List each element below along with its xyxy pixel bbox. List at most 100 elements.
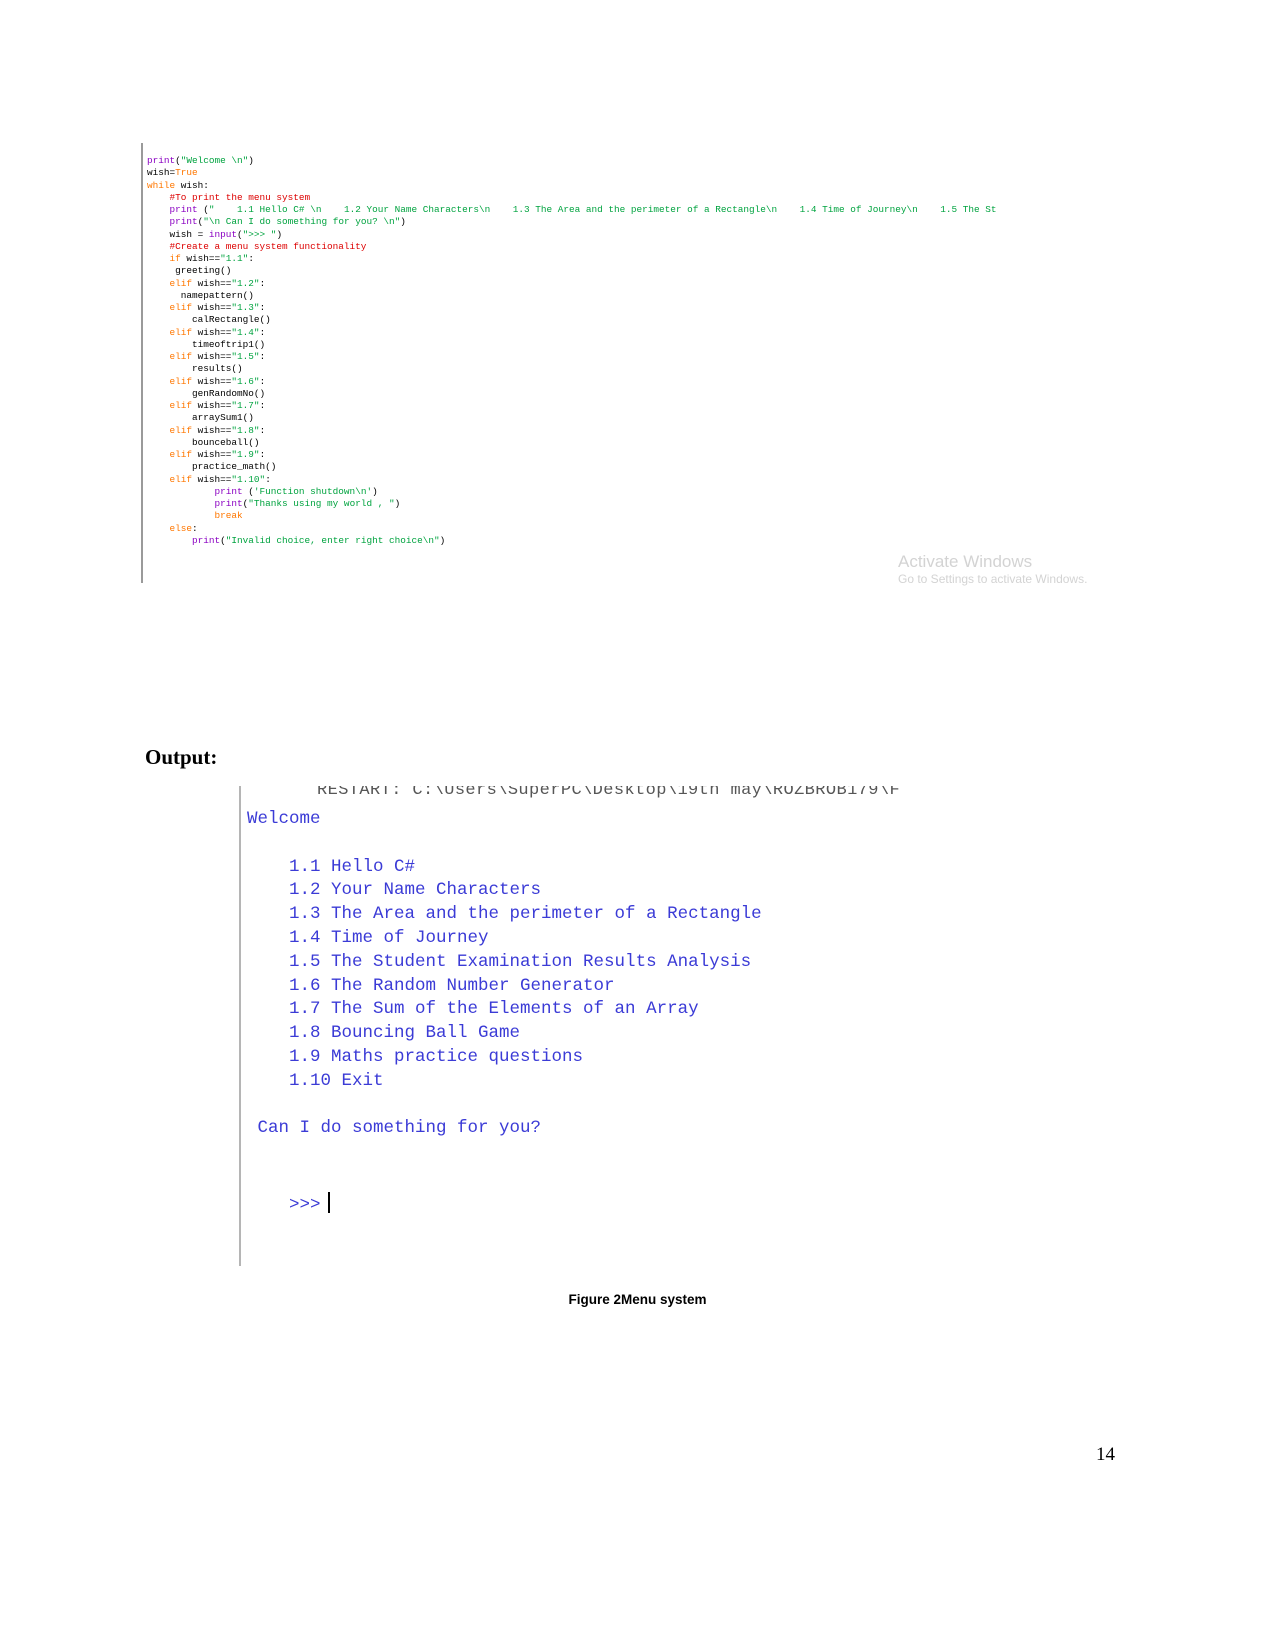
editor-left-margin	[141, 143, 143, 583]
code-token: print	[192, 534, 221, 546]
shell-line: 1.3 The Area and the perimeter of a Rect…	[247, 904, 762, 925]
code-token: )	[439, 534, 446, 546]
code-token: :	[248, 253, 254, 264]
code-token: results()	[147, 363, 243, 375]
code-line: namepattern()	[147, 290, 997, 302]
code-line: elif wish=="1.3":	[147, 302, 997, 314]
code-token: :	[259, 277, 266, 289]
code-line: calRectangle()	[147, 314, 997, 326]
code-token: while	[147, 179, 176, 191]
code-token: :	[259, 302, 266, 313]
code-token: "1.3"	[231, 302, 260, 313]
code-token: (	[242, 485, 254, 497]
code-line: print ('Function shutdown\n')	[147, 486, 997, 498]
code-line: elif wish=="1.4":	[147, 327, 997, 339]
code-token: )	[394, 498, 401, 509]
code-token: greeting()	[147, 265, 232, 277]
code-token: print	[169, 216, 198, 228]
shell-prompt-symbol: >>>	[289, 1194, 321, 1215]
shell-line: 1.7 The Sum of the Elements of an Array	[247, 999, 699, 1020]
code-line: timeoftrip1()	[147, 339, 997, 351]
code-token: genRandomNo()	[147, 387, 266, 399]
code-token: " 1.1 Hello C# \n 1.2 Your Name Characte…	[208, 204, 997, 215]
page-number: 14	[1096, 1444, 1115, 1465]
code-token: elif	[169, 351, 193, 362]
code-line: if wish=="1.1":	[147, 253, 997, 265]
code-token: arraySum1()	[147, 412, 254, 424]
code-line: print (" 1.1 Hello C# \n 1.2 Your Name C…	[147, 204, 997, 216]
code-token: :	[259, 351, 266, 362]
code-token: if	[169, 253, 181, 264]
code-token: print	[214, 485, 243, 497]
shell-restart-line: RESTART: C:\Users\SuperPC\Desktop\19th m…	[317, 786, 901, 800]
code-token: )	[248, 155, 254, 166]
code-line: print("Welcome \n")	[147, 155, 997, 167]
code-token: :	[259, 375, 266, 387]
code-token: wish==	[192, 326, 232, 338]
code-token: wish==	[192, 424, 232, 436]
shell-output-text: Welcome 1.1 Hello C# 1.2 Your Name Chara…	[247, 808, 762, 1165]
code-token: (	[197, 204, 209, 215]
shell-prompt-row[interactable]: >>>	[247, 1168, 330, 1241]
code-token: )	[372, 485, 378, 497]
code-token: "1.6"	[231, 375, 260, 387]
code-token: wish==	[192, 449, 232, 460]
code-token: "1.7"	[231, 400, 260, 411]
code-token: )	[276, 228, 283, 240]
output-heading: Output:	[145, 745, 218, 769]
code-token: calRectangle()	[147, 314, 271, 326]
code-line: elif wish=="1.10":	[147, 474, 997, 486]
code-token: )	[400, 216, 406, 228]
code-token: elif	[169, 302, 193, 313]
code-token: "Welcome \n"	[180, 155, 249, 166]
code-token: print	[214, 498, 243, 509]
code-token: "Invalid choice, enter right choice\n"	[225, 534, 440, 546]
code-token: #To print the menu system	[169, 191, 311, 203]
code-line: else:	[147, 523, 997, 535]
shell-output-screenshot: RESTART: C:\Users\SuperPC\Desktop\19th m…	[239, 786, 1039, 1266]
code-listing: print("Welcome \n") wish=True while wish: …	[147, 155, 997, 547]
code-token: wish==	[192, 351, 232, 362]
code-line: bounceball()	[147, 437, 997, 449]
code-token: :	[259, 400, 266, 411]
code-line: break	[147, 510, 997, 522]
shell-line	[247, 832, 762, 856]
code-token: wish==	[192, 400, 232, 411]
shell-line	[247, 1094, 762, 1118]
code-line: wish=True	[147, 167, 997, 179]
code-token: bounceball()	[147, 436, 260, 448]
shell-line: Can I do something for you?	[247, 1118, 542, 1139]
shell-left-margin	[239, 786, 241, 1266]
figure-caption: Figure 2Menu system	[568, 1292, 707, 1307]
code-line: elif wish=="1.2":	[147, 278, 997, 290]
code-token: wish==	[192, 375, 232, 387]
code-token: else	[169, 522, 193, 534]
code-line: while wish:	[147, 180, 997, 192]
code-token: "1.8"	[231, 424, 260, 436]
shell-line: 1.6 The Random Number Generator	[247, 975, 615, 996]
code-token: namepattern()	[147, 289, 254, 301]
code-token: :	[259, 424, 266, 436]
shell-line: 1.4 Time of Journey	[247, 927, 489, 948]
shell-line	[247, 1141, 762, 1165]
code-line: print("Thanks using my world , ")	[147, 498, 997, 510]
code-token: wish:	[175, 179, 209, 191]
code-line: #To print the menu system	[147, 192, 997, 204]
code-token: wish==	[192, 473, 232, 485]
code-line: print("Invalid choice, enter right choic…	[147, 535, 997, 547]
code-token: wish==	[180, 253, 221, 264]
